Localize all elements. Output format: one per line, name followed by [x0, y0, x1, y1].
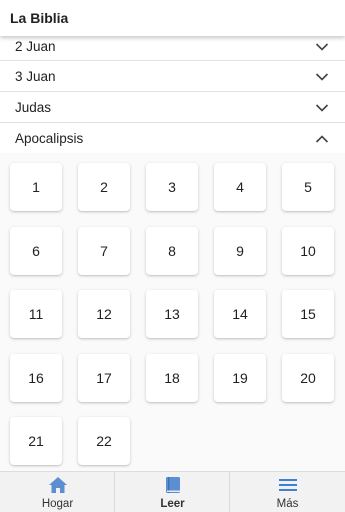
- chapter-button[interactable]: 9: [214, 227, 266, 275]
- book-label: 3 Juan: [15, 69, 56, 84]
- menu-icon: [278, 479, 297, 491]
- nav-label: Más: [276, 498, 299, 510]
- chevron-down-icon: [315, 43, 329, 51]
- chapter-button[interactable]: 3: [146, 163, 198, 211]
- chapter-button[interactable]: 17: [78, 354, 130, 402]
- app-title: La Biblia: [10, 10, 69, 26]
- chapter-button[interactable]: 10: [282, 227, 334, 275]
- chapter-button[interactable]: 2: [78, 163, 130, 211]
- chapter-button[interactable]: 4: [214, 163, 266, 211]
- bottom-nav: Hogar Leer Más: [0, 471, 345, 512]
- nav-home[interactable]: Hogar: [0, 472, 115, 512]
- chapter-button[interactable]: 13: [146, 290, 198, 338]
- book-row-judas[interactable]: Judas: [0, 92, 345, 123]
- chapter-grid: 1 2 3 4 5 6 7 8 9 10 11 12 13 14 15 16 17 18 19 20 21 22: [0, 153, 345, 471]
- chevron-down-icon: [315, 73, 329, 81]
- chevron-down-icon: [315, 104, 329, 112]
- book-row-2-juan[interactable]: 2 Juan: [0, 36, 345, 61]
- chapter-button[interactable]: 5: [282, 163, 334, 211]
- chapter-button[interactable]: 19: [214, 354, 266, 402]
- book-label: Judas: [15, 100, 52, 115]
- chapter-button[interactable]: 11: [10, 290, 62, 338]
- book-row-apocalipsis[interactable]: Apocalipsis: [0, 123, 345, 154]
- chapter-button[interactable]: 21: [10, 417, 62, 465]
- book-label: 2 Juan: [15, 39, 56, 54]
- chapter-button[interactable]: 18: [146, 354, 198, 402]
- chapter-button[interactable]: 6: [10, 227, 62, 275]
- chapter-button[interactable]: 12: [78, 290, 130, 338]
- nav-label: Leer: [160, 498, 185, 510]
- chapter-button[interactable]: 1: [10, 163, 62, 211]
- chapter-button[interactable]: 7: [78, 227, 130, 275]
- app-bar: La Biblia: [0, 0, 345, 36]
- chapter-button[interactable]: 20: [282, 354, 334, 402]
- nav-label: Hogar: [41, 498, 74, 510]
- chapter-button[interactable]: 16: [10, 354, 62, 402]
- chevron-up-icon: [315, 135, 329, 143]
- chapter-button[interactable]: 8: [146, 227, 198, 275]
- book-list: 2 Juan 3 Juan Judas Apocalipsis: [0, 36, 345, 154]
- chapter-button[interactable]: 22: [78, 417, 130, 465]
- book-label: Apocalipsis: [15, 131, 84, 146]
- chapter-button[interactable]: 15: [282, 290, 334, 338]
- chapter-button[interactable]: 14: [214, 290, 266, 338]
- book-row-3-juan[interactable]: 3 Juan: [0, 61, 345, 92]
- home-icon: [48, 477, 67, 493]
- book-icon: [165, 477, 180, 493]
- nav-read[interactable]: Leer: [115, 472, 230, 512]
- nav-more[interactable]: Más: [230, 472, 345, 512]
